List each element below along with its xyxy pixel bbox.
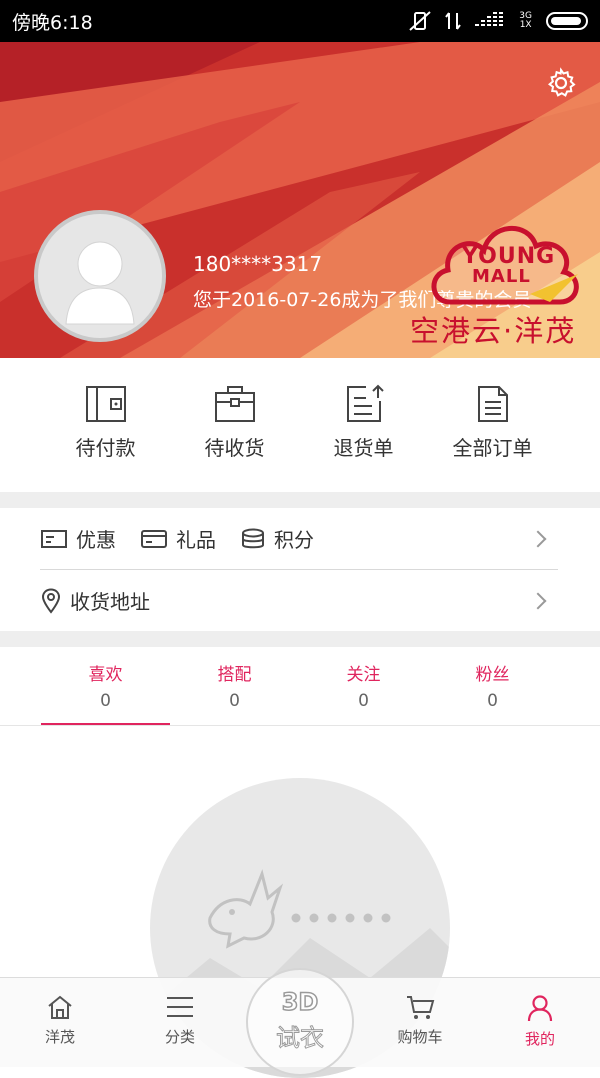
tab-label: 关注	[346, 665, 381, 685]
user-phone: 180****3317	[193, 252, 323, 276]
pending-receipt-button[interactable]: 待收货	[170, 358, 299, 492]
network-sub-label: 1X	[519, 20, 532, 30]
nav-label: 分类	[164, 1028, 195, 1046]
points-button[interactable]: 积分	[240, 524, 314, 553]
avatar-placeholder-icon	[65, 241, 135, 325]
social-tabs: 喜欢 0 搭配 0 关注 0 粉丝 0	[41, 660, 559, 726]
coins-icon	[242, 528, 264, 548]
nav-profile[interactable]: 我的	[480, 978, 600, 1067]
nav-label: 洋茂	[44, 1028, 75, 1046]
address-label: 收货地址	[70, 590, 150, 614]
tab-label: 搭配	[217, 665, 252, 685]
pending-payment-button[interactable]: 待付款	[41, 358, 170, 492]
address-row[interactable]: 收货地址	[0, 570, 600, 631]
tabs-divider	[0, 725, 600, 726]
chevron-right-icon	[529, 592, 547, 609]
all-orders-button[interactable]: 全部订单	[428, 358, 557, 492]
tab-label: 喜欢	[88, 665, 123, 685]
nav-cart[interactable]: 购物车	[360, 978, 480, 1067]
brand-logo: YOUNG MALL 空港云·洋茂	[410, 202, 600, 352]
menu-icon	[167, 997, 193, 1017]
status-icons: 3G 1X	[409, 11, 588, 31]
gift-card-icon	[141, 529, 167, 548]
3d-try-on-button[interactable]: 3D 试衣	[246, 968, 354, 1076]
logo-chinese: 空港云·洋茂	[410, 314, 577, 348]
nav-categories[interactable]: 分类	[120, 978, 240, 1067]
order-label: 待付款	[75, 436, 136, 460]
profile-banner: 180****3317 您于2016-07-26成为了我们尊贵的会员 YOUNG…	[0, 42, 600, 358]
assets-row: 优惠 礼品 积分	[0, 508, 600, 569]
asset-label: 积分	[274, 528, 314, 552]
cart-icon	[407, 996, 435, 1019]
data-transfer-icon	[445, 12, 462, 30]
tab-likes[interactable]: 喜欢 0	[41, 660, 170, 726]
try-on-badge: 3D	[281, 987, 319, 1017]
coupons-button[interactable]: 优惠	[40, 524, 116, 553]
tab-followers[interactable]: 粉丝 0	[428, 660, 557, 726]
section-separator	[0, 631, 600, 647]
tab-count: 0	[487, 691, 498, 711]
return-orders-button[interactable]: 退货单	[299, 358, 428, 492]
section-separator	[0, 492, 600, 508]
user-icon	[527, 995, 553, 1022]
home-icon	[48, 995, 72, 1019]
asset-label: 礼品	[176, 528, 216, 552]
nav-label: 购物车	[397, 1028, 443, 1046]
nav-label: 我的	[524, 1030, 555, 1048]
asset-label: 优惠	[76, 528, 116, 552]
tab-count: 0	[100, 691, 111, 711]
chevron-right-icon[interactable]	[529, 530, 547, 547]
order-shortcuts: 待付款 待收货 退货单 全部订单	[0, 358, 600, 492]
tab-following[interactable]: 关注 0	[299, 660, 428, 726]
wallet-icon	[85, 386, 126, 422]
order-label: 全部订单	[452, 436, 533, 460]
coupon-icon	[41, 529, 67, 548]
try-on-label: 试衣	[276, 1024, 325, 1053]
settings-button[interactable]	[544, 66, 578, 100]
tab-outfits[interactable]: 搭配 0	[170, 660, 299, 726]
nav-home[interactable]: 洋茂	[0, 978, 120, 1067]
vibrate-off-icon	[409, 11, 431, 31]
gear-icon	[548, 67, 576, 97]
avatar[interactable]	[34, 210, 166, 342]
battery-icon	[546, 12, 588, 30]
status-bar: 傍晚6:18 3G 1X	[0, 0, 600, 42]
status-time: 傍晚6:18	[12, 11, 93, 34]
network-type: 3G 1X	[519, 12, 532, 30]
order-label: 退货单	[333, 436, 394, 460]
order-label: 待收货	[204, 436, 265, 460]
logo-mall: MALL	[472, 266, 531, 287]
return-document-icon	[346, 384, 384, 422]
signal-icon	[475, 12, 504, 26]
tab-label: 粉丝	[475, 665, 510, 685]
tab-count: 0	[229, 691, 240, 711]
location-pin-icon	[41, 587, 61, 614]
briefcase-icon	[214, 386, 255, 422]
tab-count: 0	[358, 691, 369, 711]
document-icon	[477, 386, 508, 422]
gifts-button[interactable]: 礼品	[140, 524, 216, 553]
